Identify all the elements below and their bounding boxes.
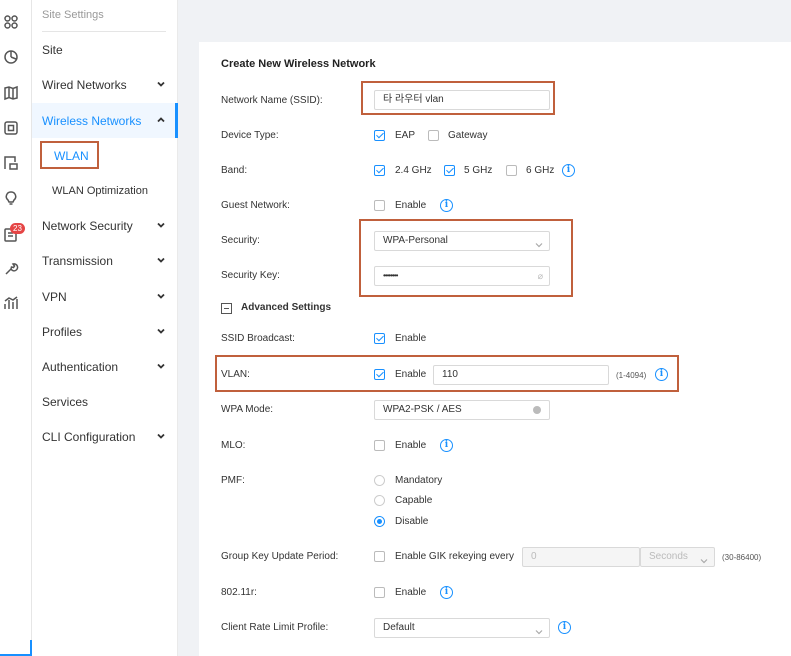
band-5-checkbox[interactable] [444,165,455,176]
guest-enable-label: Enable [395,200,427,211]
chevron-down-icon [156,360,166,370]
band-24-label: 2.4 GHz [395,165,432,176]
settings-menu: Site Settings Site Wired Networks Wirele… [32,0,178,656]
gik-label: Group Key Update Period: [221,551,339,562]
chevron-down-icon [156,290,166,300]
vlan-info-icon[interactable]: i [655,368,668,381]
menu-item-site[interactable]: Site [32,32,178,67]
menu-item-cli-configuration[interactable]: CLI Configuration [32,419,178,454]
eap-label: EAP [395,130,416,141]
mlo-info-icon[interactable]: i [440,439,453,452]
rate-limit-info-icon[interactable]: i [558,621,571,634]
notification-badge: 23 [10,223,25,234]
advanced-settings-heading[interactable]: Advanced Settings [241,302,331,313]
menu-item-authentication[interactable]: Authentication [32,349,178,384]
gik-range-hint: (30-86400) [722,553,762,562]
menu-item-network-security[interactable]: Network Security [32,208,178,243]
menu-item-profiles[interactable]: Profiles [32,314,178,349]
pmf-disable-label: Disable [395,516,429,527]
menu-item-vpn[interactable]: VPN [32,279,178,314]
security-label: Security: [221,235,260,246]
80211r-info-icon[interactable]: i [440,586,453,599]
switch-icon[interactable] [0,152,22,174]
80211r-label: 802.11r: [221,587,257,598]
collapse-icon[interactable] [221,303,232,314]
wrench-icon[interactable] [0,258,22,280]
gateway-label: Gateway [448,130,488,141]
vlan-enable-label: Enable [395,369,427,380]
bulb-icon[interactable] [0,187,22,209]
gik-enable-checkbox[interactable] [374,551,385,562]
stats-icon[interactable] [0,293,22,315]
eye-hidden-icon[interactable]: ⌀ [538,267,543,285]
80211r-enable-checkbox[interactable] [374,587,385,598]
guest-enable-checkbox[interactable] [374,200,385,211]
pmf-mandatory-radio[interactable] [374,475,385,486]
chevron-down-icon [156,78,166,88]
gik-unit-select[interactable]: Seconds [640,547,715,567]
band-6-checkbox[interactable] [506,165,517,176]
menu-item-wired-networks[interactable]: Wired Networks [32,67,178,102]
pmf-label: PMF: [221,475,245,486]
band-5-label: 5 GHz [464,165,493,176]
band-6-label: 6 GHz [526,165,555,176]
pmf-capable-label: Capable [395,495,433,506]
menu-item-wireless-networks[interactable]: Wireless Networks [32,103,178,138]
icon-rail: 23 [0,0,32,656]
security-select[interactable]: WPA-Personal [374,231,550,251]
vlan-range-hint: (1-4094) [616,371,647,380]
eap-checkbox[interactable] [374,130,385,141]
map-icon[interactable] [0,82,22,104]
band-info-icon[interactable]: i [562,164,575,177]
vlan-label: VLAN: [221,369,250,380]
mlo-label: MLO: [221,440,246,451]
80211r-enable-label: Enable [395,587,427,598]
device-icon[interactable] [0,117,22,139]
chevron-down-icon [156,430,166,440]
mlo-enable-checkbox[interactable] [374,440,385,451]
chevron-down-icon [156,325,166,335]
guest-network-label: Guest Network: [221,200,290,211]
chevron-up-icon [156,114,166,124]
gateway-checkbox[interactable] [428,130,439,141]
rate-limit-label: Client Rate Limit Profile: [221,622,329,633]
ssid-broadcast-checkbox[interactable] [374,333,385,344]
band-label: Band: [221,165,248,176]
security-key-label: Security Key: [221,270,280,281]
gik-enable-label: Enable GIK rekeying every [395,551,514,562]
pmf-capable-radio[interactable] [374,495,385,506]
ssid-input[interactable]: 타 라우터 vlan [374,90,550,110]
guest-info-icon[interactable]: i [440,199,453,212]
apps-icon[interactable] [0,11,22,33]
wpa-mode-select[interactable]: WPA2-PSK / AES [374,400,550,420]
menu-item-services[interactable]: Services [32,384,178,419]
chevron-down-icon [156,254,166,264]
chevron-down-icon [535,238,543,248]
wpa-mode-label: WPA Mode: [221,404,274,415]
chevron-down-icon [700,554,708,564]
ssid-label: Network Name (SSID): [221,95,323,106]
menu-item-transmission[interactable]: Transmission [32,243,178,278]
ssid-broadcast-enable-label: Enable [395,333,427,344]
security-key-input[interactable]: •••••••• ⌀ [374,266,550,286]
menu-item-wlan[interactable]: WLAN [32,138,178,173]
rate-limit-select[interactable]: Default [374,618,550,638]
gik-period-input[interactable]: 0 [522,547,640,567]
rail-bottom-item[interactable] [0,640,32,656]
form-title: Create New Wireless Network [221,58,376,70]
menu-item-wlan-optimization[interactable]: WLAN Optimization [32,173,178,208]
chevron-down-icon [535,625,543,635]
band-24-checkbox[interactable] [374,165,385,176]
clock-icon[interactable] [0,46,22,68]
vlan-id-input[interactable]: 110 [433,365,609,385]
menu-header-site-settings: Site Settings [42,9,104,21]
chevron-down-icon [156,219,166,229]
mlo-enable-label: Enable [395,440,427,451]
pmf-disable-radio[interactable] [374,516,385,527]
clear-icon[interactable] [533,406,541,414]
ssid-broadcast-label: SSID Broadcast: [221,333,295,344]
pmf-mandatory-label: Mandatory [395,475,443,486]
vlan-enable-checkbox[interactable] [374,369,385,380]
device-type-label: Device Type: [221,130,279,141]
